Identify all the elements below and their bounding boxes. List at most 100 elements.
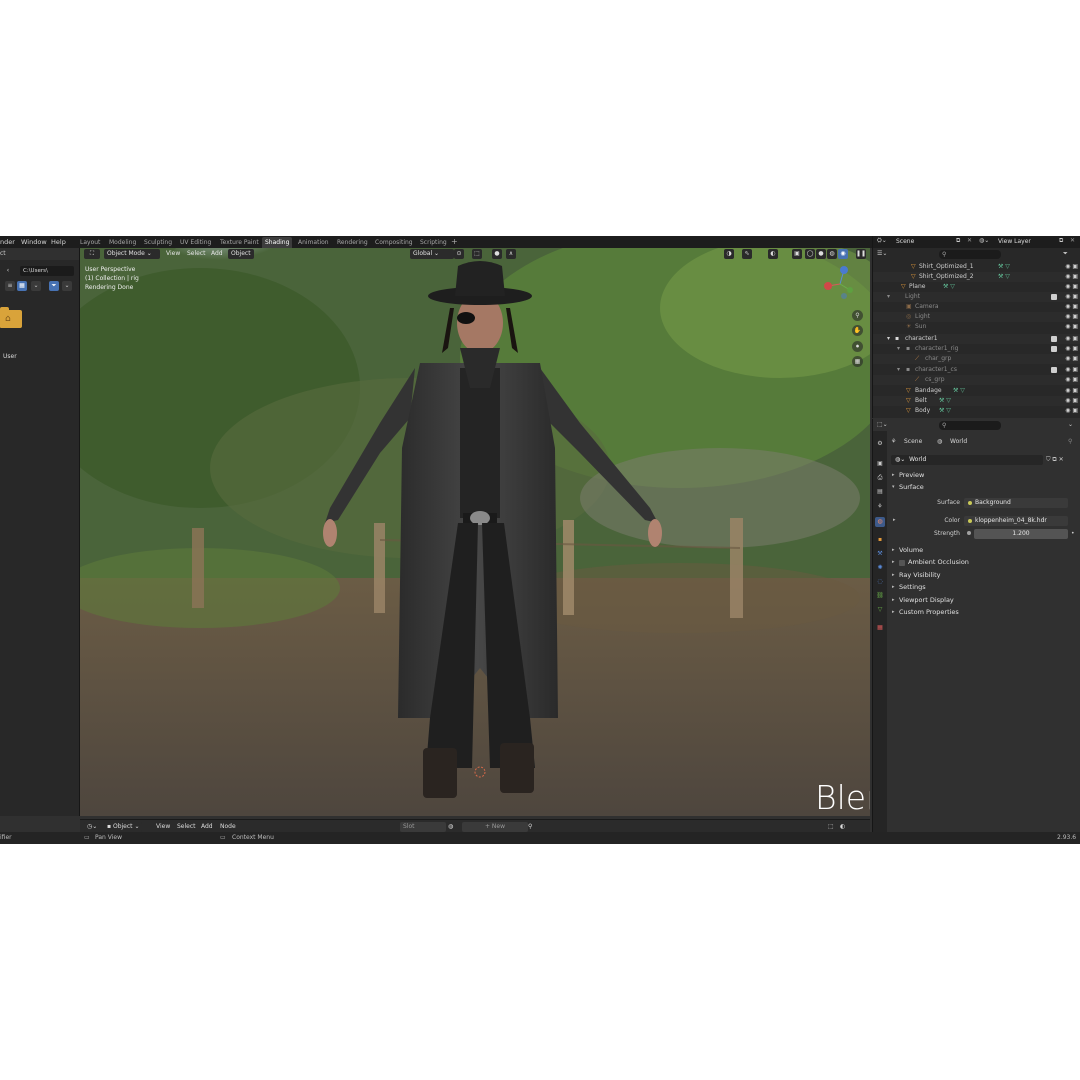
eye-icon[interactable]: ◉ ▣ xyxy=(1065,375,1078,385)
viewport-menu-add[interactable]: Add xyxy=(211,249,223,259)
outliner-row[interactable]: Belt ▽ ⚒ ▽ ◉ ▣ xyxy=(873,396,1080,406)
outliner-row[interactable]: Bandage ▽ ⚒ ▽ ◉ ▣ xyxy=(873,386,1080,396)
list-view-icon[interactable]: ≡ xyxy=(5,281,15,291)
eye-icon[interactable]: ◉ ▣ xyxy=(1065,272,1078,282)
eye-icon[interactable]: ◉ ▣ xyxy=(1065,354,1078,364)
outliner-row[interactable]: Light ◎ ◉ ▣ xyxy=(873,312,1080,322)
strength-slider[interactable]: 1.200 xyxy=(974,529,1068,539)
outliner-row[interactable]: character1_rig ▾ ▪ ◉ ▣ xyxy=(873,344,1080,354)
panel-volume[interactable]: ▸ Volume xyxy=(888,545,1080,556)
shader-type-dropdown[interactable]: ▪ Object ⌄ xyxy=(104,822,143,832)
scene-name[interactable]: Scene xyxy=(896,237,914,247)
tab-rendering[interactable]: Rendering xyxy=(334,237,371,248)
tab-modeling[interactable]: Modeling xyxy=(106,237,139,248)
world-tab-icon[interactable]: ◍ xyxy=(875,517,885,527)
eye-icon[interactable]: ◉ ▣ xyxy=(1065,396,1078,406)
node-menu-view[interactable]: View xyxy=(156,822,170,832)
outliner-row[interactable]: character1 ▾ ▪ ◉ ▣ xyxy=(873,334,1080,344)
panel-ambient-occlusion[interactable]: ▸ Ambient Occlusion xyxy=(888,557,1080,568)
tab-shading[interactable]: Shading xyxy=(262,237,293,248)
view-layer-icon[interactable]: ◍⌄ xyxy=(979,237,989,244)
eye-icon[interactable]: ◉ ▣ xyxy=(1065,282,1078,292)
eye-icon[interactable]: ◉ ▣ xyxy=(1065,302,1078,312)
particles-tab-icon[interactable]: ✺ xyxy=(875,563,885,573)
tab-scripting[interactable]: Scripting xyxy=(417,237,450,248)
add-workspace-button[interactable]: + xyxy=(451,237,458,247)
physics-tab-icon[interactable]: ◌ xyxy=(875,577,885,587)
tool-tab-icon[interactable]: ⚙ xyxy=(875,439,885,449)
node-menu-select[interactable]: Select xyxy=(177,822,196,832)
eye-icon[interactable]: ◉ ▣ xyxy=(1065,292,1078,302)
tab-animation[interactable]: Animation xyxy=(295,237,332,248)
filter-options-icon[interactable]: ⌄ xyxy=(62,281,72,291)
editor-type-icon[interactable]: ⛶ xyxy=(84,249,100,259)
menu-blender[interactable]: nder xyxy=(0,237,15,247)
navigation-gizmo-icon[interactable] xyxy=(820,264,860,304)
tab-layout[interactable]: Layout xyxy=(77,237,103,248)
slot-dropdown[interactable]: Slot xyxy=(400,822,446,832)
surface-shader-field[interactable]: Background xyxy=(964,498,1068,508)
camera-view-icon[interactable]: ⏺ xyxy=(852,341,863,352)
collapse-arrow-icon[interactable]: ▾ xyxy=(897,365,900,375)
panel-preview[interactable]: ▸ Preview xyxy=(888,470,1080,481)
eye-icon[interactable]: ◉ ▣ xyxy=(1065,322,1078,332)
panel-custom-properties[interactable]: ▸ Custom Properties xyxy=(888,607,1080,618)
keyframe-dot-icon[interactable]: • xyxy=(1071,529,1075,539)
menu-window[interactable]: Window xyxy=(21,237,47,247)
outliner-row[interactable]: Camera ▣ ◉ ▣ xyxy=(873,302,1080,312)
eye-icon[interactable]: ◉ ▣ xyxy=(1065,262,1078,272)
color-input-field[interactable]: kloppenheim_04_8k.hdr xyxy=(964,516,1068,526)
new-material-button[interactable]: + New xyxy=(462,822,528,832)
outliner-row[interactable]: Light ▾ ◉ ▣ xyxy=(873,292,1080,302)
close-icon[interactable]: ✕ xyxy=(967,237,972,244)
outliner-row[interactable]: Shirt_Optimized_2 ▽ ⚒ ▽ ◉ ▣ xyxy=(873,272,1080,282)
pause-icon[interactable]: ❚❚ xyxy=(856,249,866,259)
tab-compositing[interactable]: Compositing xyxy=(372,237,416,248)
display-mode-icon[interactable]: ☰⌄ xyxy=(877,250,887,257)
texture-tab-icon[interactable]: ▦ xyxy=(875,623,885,633)
pan-hand-icon[interactable]: ✋ xyxy=(852,325,863,336)
outliner-row[interactable]: Body ▽ ⚒ ▽ ◉ ▣ xyxy=(873,406,1080,416)
editor-type-icon[interactable]: ◷⌄ xyxy=(84,822,101,832)
tab-uv-editing[interactable]: UV Editing xyxy=(177,237,214,248)
outliner-row[interactable]: Shirt_Optimized_1 ▽ ⚒ ▽ ◉ ▣ xyxy=(873,262,1080,272)
view-layer-name[interactable]: View Layer xyxy=(998,237,1031,247)
copy-icon[interactable]: ⧉ xyxy=(956,237,960,245)
mode-dropdown[interactable]: Object Mode ⌄ xyxy=(104,249,160,259)
gizmo-toggle-icon[interactable]: ⇖ xyxy=(742,249,752,259)
panel-settings[interactable]: ▸ Settings xyxy=(888,582,1080,593)
eye-icon[interactable]: ◉ ▣ xyxy=(1065,386,1078,396)
falloff-icon[interactable]: ∧ xyxy=(506,249,516,259)
grid-view-icon[interactable]: ▦ xyxy=(17,281,27,291)
shading-wireframe-icon[interactable]: ◯ xyxy=(805,249,815,259)
shading-material-icon[interactable]: ◍ xyxy=(827,249,837,259)
grid-projection-icon[interactable]: ▦ xyxy=(852,356,863,367)
collection-checkbox[interactable] xyxy=(1051,294,1057,300)
transform-orientation-dropdown[interactable]: Global ⌄ xyxy=(410,249,454,259)
expand-arrow-icon[interactable]: ▸ xyxy=(893,517,896,523)
3d-viewport[interactable]: ⛶ Object Mode ⌄ View Select Add Object G… xyxy=(80,248,870,816)
menu-help[interactable]: Help xyxy=(51,237,66,247)
collection-checkbox[interactable] xyxy=(1051,336,1057,342)
copy-icon[interactable]: ⧉ xyxy=(1059,237,1063,245)
close-icon[interactable]: ✕ xyxy=(1070,237,1075,244)
outliner-row[interactable]: char_grp ⟋ ◉ ▣ xyxy=(873,354,1080,364)
scene-tab-icon[interactable]: ⚘ xyxy=(875,502,885,512)
outliner-row[interactable]: Plane ▽ ⚒ ▽ ◉ ▣ xyxy=(873,282,1080,292)
scene-icon[interactable]: ⛭⌄ xyxy=(877,237,887,245)
viewport-menu-select[interactable]: Select xyxy=(187,249,206,259)
render-tab-icon[interactable]: ▣ xyxy=(875,459,885,469)
eye-icon[interactable]: ◉ ▣ xyxy=(1065,312,1078,322)
world-icon[interactable]: ◍ xyxy=(448,822,453,832)
shading-solid-icon[interactable]: ● xyxy=(816,249,826,259)
collection-checkbox[interactable] xyxy=(1051,346,1057,352)
pin-icon[interactable]: ⚲ xyxy=(1068,436,1072,447)
filter-icon[interactable]: ⏷ xyxy=(49,281,59,291)
outliner-row[interactable]: Sun ☀ ◉ ▣ xyxy=(873,322,1080,332)
tab-sculpting[interactable]: Sculpting xyxy=(141,237,175,248)
eye-icon[interactable]: ◉ ▣ xyxy=(1065,406,1078,416)
snap-icon[interactable]: ⬚ xyxy=(472,249,482,259)
folder-icon[interactable]: ⌂ xyxy=(0,307,22,328)
shading-rendered-icon[interactable]: ◉ xyxy=(838,249,848,259)
editor-type-icon[interactable]: ⬚⌄ xyxy=(877,421,888,428)
